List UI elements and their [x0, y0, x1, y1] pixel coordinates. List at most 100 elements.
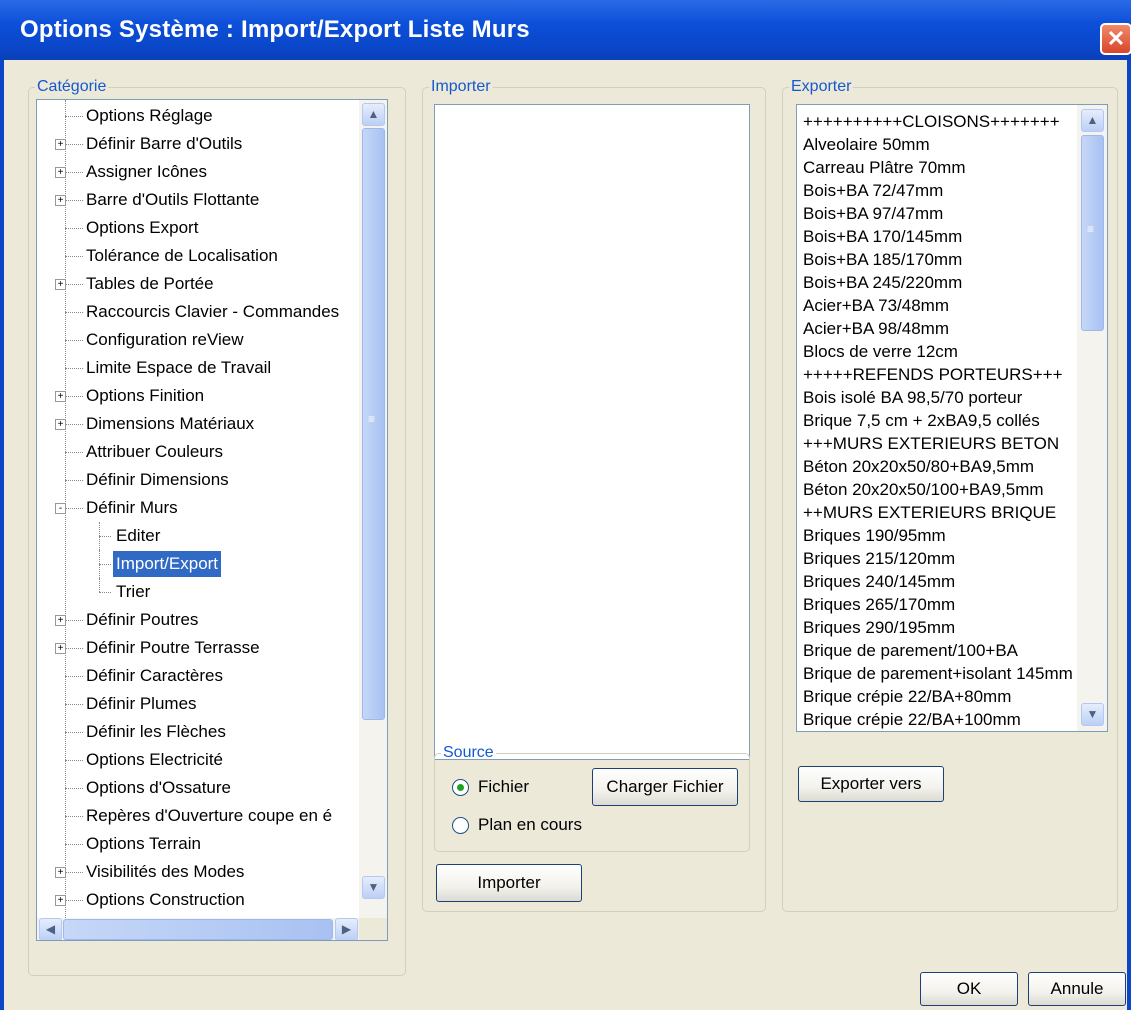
list-item[interactable]: Briques 240/145mm	[803, 569, 955, 594]
tree-item[interactable]: + Définir Poutres	[37, 606, 359, 634]
expand-icon[interactable]: +	[55, 391, 66, 402]
tree-item[interactable]: + Assigner Icônes	[37, 158, 359, 186]
radio-fichier-label: Fichier	[478, 777, 530, 796]
tree-item[interactable]: + Barre d'Outils Flottante	[37, 186, 359, 214]
list-item[interactable]: Brique 7,5 cm + 2xBA9,5 collés	[803, 408, 1040, 433]
expand-icon[interactable]: +	[55, 167, 66, 178]
expand-icon[interactable]: +	[55, 139, 66, 150]
tree-horizontal-scrollbar[interactable]: ◀ ▶	[37, 918, 359, 940]
category-tree[interactable]: Options Réglage + Définir Barre d'Outils + A…	[36, 99, 388, 941]
tree-item[interactable]: - Définir Murs	[37, 494, 359, 522]
tree-item[interactable]: + Dimensions Matériaux	[37, 410, 359, 438]
expand-icon[interactable]: +	[55, 867, 66, 878]
tree-connector	[65, 900, 83, 901]
tree-item[interactable]: Options Terrain	[37, 830, 359, 858]
collapse-icon[interactable]: -	[55, 503, 66, 514]
tree-item[interactable]: + Visibilités des Modes	[37, 858, 359, 886]
tree-hscroll-thumb[interactable]	[63, 919, 333, 940]
importer-button[interactable]: Importer	[436, 864, 582, 902]
list-item[interactable]: Brique de parement/100+BA	[803, 638, 1018, 663]
tree-scroll-up-button[interactable]: ▲	[362, 103, 385, 126]
export-scroll-down-button[interactable]: ▼	[1081, 703, 1104, 726]
list-item[interactable]: Béton 20x20x50/80+BA9,5mm	[803, 454, 1034, 479]
exporter-vers-button[interactable]: Exporter vers	[798, 766, 944, 802]
import-list[interactable]	[434, 104, 750, 760]
charger-fichier-button[interactable]: Charger Fichier	[592, 768, 738, 806]
list-item[interactable]: Bois+BA 170/145mm	[803, 224, 962, 249]
list-item[interactable]: Briques 190/95mm	[803, 523, 946, 548]
tree-item[interactable]: Repères d'Ouverture coupe en é	[37, 802, 359, 830]
tree-item[interactable]: Options Export	[37, 214, 359, 242]
list-item[interactable]: Bois+BA 245/220mm	[803, 270, 962, 295]
tree-item-label: Définir Caractères	[86, 666, 223, 685]
list-item[interactable]: Carreau Plâtre 70mm	[803, 155, 966, 180]
tree-item[interactable]: Import/Export	[37, 550, 359, 578]
list-item[interactable]: +++MURS EXTERIEURS BETON	[803, 431, 1059, 456]
tree-item[interactable]: Configuration reView	[37, 326, 359, 354]
list-item[interactable]: Bois+BA 97/47mm	[803, 201, 943, 226]
tree-vertical-scrollbar[interactable]: ▲ ≡ ▼	[359, 100, 387, 918]
export-vertical-scrollbar[interactable]: ▲ ≡ ▼	[1077, 105, 1107, 731]
list-item[interactable]: Bois+BA 185/170mm	[803, 247, 962, 272]
ok-button[interactable]: OK	[920, 972, 1018, 1006]
radio-fichier[interactable]	[452, 779, 469, 796]
list-item[interactable]: ++++++++++CLOISONS+++++++	[803, 109, 1060, 134]
tree-item[interactable]: + Définir Poutre Terrasse	[37, 634, 359, 662]
cancel-button[interactable]: Annule	[1028, 972, 1126, 1006]
list-item[interactable]: Briques 290/195mm	[803, 615, 955, 640]
list-item[interactable]: Brique crépie 22/BA+80mm	[803, 684, 1011, 709]
tree-scroll-thumb[interactable]: ≡	[362, 128, 385, 720]
list-item[interactable]: +++++REFENDS PORTEURS+++	[803, 362, 1063, 387]
expand-icon[interactable]: +	[55, 615, 66, 626]
tree-item[interactable]: + Définir Barre d'Outils	[37, 130, 359, 158]
tree-item[interactable]: Définir les Flèches	[37, 718, 359, 746]
list-item[interactable]: Blocs de verre 12cm	[803, 339, 958, 364]
tree-item[interactable]: + Options Finition	[37, 382, 359, 410]
tree-connector	[65, 452, 83, 453]
tree-item[interactable]: Editer	[37, 522, 359, 550]
tree-item[interactable]: + Options Construction	[37, 886, 359, 914]
scroll-corner	[359, 918, 387, 940]
close-button[interactable]: ✕	[1100, 23, 1131, 55]
list-item[interactable]: Brique de parement+isolant 145mm	[803, 661, 1073, 686]
tree-connector	[65, 116, 83, 117]
list-item[interactable]: Brique crépie 22/BA+100mm	[803, 707, 1021, 731]
expand-icon[interactable]: +	[55, 643, 66, 654]
tree-item[interactable]: Options Electricité	[37, 746, 359, 774]
expand-icon[interactable]: +	[55, 419, 66, 430]
tree-item-label: Barre d'Outils Flottante	[86, 190, 260, 209]
export-scroll-up-button[interactable]: ▲	[1081, 109, 1104, 132]
tree-item[interactable]: Définir Dimensions	[37, 466, 359, 494]
tree-item[interactable]: Définir Caractères	[37, 662, 359, 690]
tree-scroll-right-button[interactable]: ▶	[335, 918, 358, 940]
tree-connector	[65, 872, 83, 873]
radio-plan-en-cours[interactable]	[452, 817, 469, 834]
export-scroll-thumb[interactable]: ≡	[1081, 135, 1104, 331]
tree-connector	[99, 564, 111, 565]
tree-item[interactable]: Limite Espace de Travail	[37, 354, 359, 382]
tree-item[interactable]: Options d'Ossature	[37, 774, 359, 802]
list-item[interactable]: Bois isolé BA 98,5/70 porteur	[803, 385, 1022, 410]
list-item[interactable]: ++MURS EXTERIEURS BRIQUE	[803, 500, 1056, 525]
list-item[interactable]: Acier+BA 98/48mm	[803, 316, 949, 341]
tree-item[interactable]: Définir Plumes	[37, 690, 359, 718]
tree-item-label: Configuration reView	[86, 330, 244, 349]
expand-icon[interactable]: +	[55, 895, 66, 906]
list-item[interactable]: Bois+BA 72/47mm	[803, 178, 943, 203]
expand-icon[interactable]: +	[55, 279, 66, 290]
export-list[interactable]: ++++++++++CLOISONS+++++++ Alveolaire 50mm…	[796, 104, 1108, 732]
tree-scroll-left-button[interactable]: ◀	[39, 918, 62, 940]
tree-item[interactable]: Raccourcis Clavier - Commandes	[37, 298, 359, 326]
tree-item[interactable]: + Tables de Portée	[37, 270, 359, 298]
expand-icon[interactable]: +	[55, 195, 66, 206]
list-item[interactable]: Briques 215/120mm	[803, 546, 955, 571]
list-item[interactable]: Acier+BA 73/48mm	[803, 293, 949, 318]
list-item[interactable]: Béton 20x20x50/100+BA9,5mm	[803, 477, 1044, 502]
tree-item[interactable]: Trier	[37, 578, 359, 606]
tree-item[interactable]: Attribuer Couleurs	[37, 438, 359, 466]
tree-item[interactable]: Options Réglage	[37, 102, 359, 130]
tree-item[interactable]: Tolérance de Localisation	[37, 242, 359, 270]
tree-scroll-down-button[interactable]: ▼	[362, 876, 385, 899]
list-item[interactable]: Alveolaire 50mm	[803, 132, 930, 157]
list-item[interactable]: Briques 265/170mm	[803, 592, 955, 617]
